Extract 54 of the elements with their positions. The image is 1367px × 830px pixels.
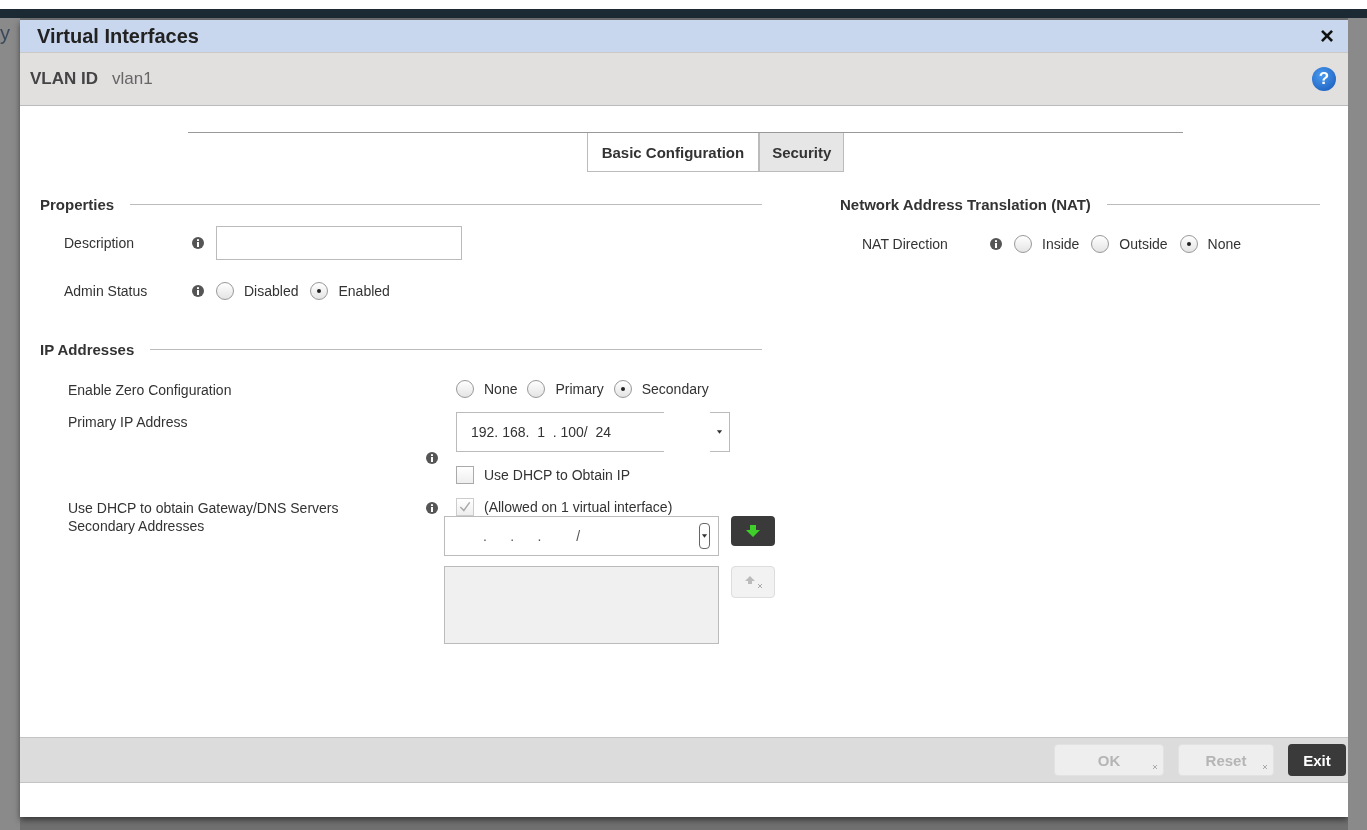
- small-x-icon: [1262, 764, 1268, 770]
- check-icon: [458, 500, 472, 514]
- address-list[interactable]: [444, 566, 719, 644]
- radio-label: None: [1207, 236, 1242, 252]
- section-title: IP Addresses: [40, 341, 135, 358]
- small-x-icon: [1152, 764, 1158, 770]
- field-label: Primary IP Address: [68, 413, 189, 430]
- checkbox-label: (Allowed on 1 virtual interface): [484, 499, 673, 515]
- radio-button[interactable]: [1014, 235, 1032, 253]
- field-label: Admin Status: [64, 283, 149, 299]
- ip-address-field[interactable]: 192. 168. 1 . 100/ 24: [456, 412, 664, 452]
- field-label: Use DHCP to obtain Gateway/DNS Servers: [68, 499, 340, 516]
- field-label: Secondary Addresses: [68, 517, 206, 534]
- checkbox-label: Use DHCP to Obtain IP: [484, 467, 631, 483]
- add-button[interactable]: [731, 516, 775, 546]
- vlan-id-value: vlan1: [112, 69, 154, 89]
- radio-label: Inside: [1042, 236, 1080, 252]
- close-button[interactable]: ×: [1320, 24, 1334, 48]
- info-icon: [192, 285, 204, 297]
- radio-label: Primary: [555, 381, 604, 397]
- ip-address-field[interactable]: . . . /: [444, 516, 719, 556]
- radio-button[interactable]: [613, 380, 632, 398]
- radio-button[interactable]: [527, 380, 546, 398]
- info-icon: [426, 452, 438, 464]
- tab[interactable]: Security: [759, 133, 845, 172]
- field-label: Enable Zero Configuration: [68, 381, 233, 398]
- radio-button[interactable]: [1179, 235, 1198, 253]
- info-icon: [990, 238, 1002, 250]
- radio-button[interactable]: [310, 282, 329, 300]
- field-label: Description: [64, 235, 136, 251]
- background-text: y: [0, 21, 11, 45]
- checkbox[interactable]: [456, 466, 474, 484]
- radio-button[interactable]: [456, 380, 474, 398]
- description-field[interactable]: [216, 226, 462, 260]
- field-label: NAT Direction: [862, 236, 949, 252]
- radio-button[interactable]: [1091, 235, 1110, 253]
- vlan-id-label: VLAN ID: [30, 69, 98, 89]
- caret-icon: [715, 429, 723, 435]
- radio-label: Outside: [1119, 236, 1168, 252]
- window-title: Virtual Interfaces: [37, 24, 200, 48]
- radio-button[interactable]: [216, 282, 234, 300]
- radio-label: None: [484, 381, 518, 397]
- down-arrow-icon: [746, 525, 760, 537]
- info-icon: [426, 502, 438, 514]
- info-icon: [192, 237, 204, 249]
- dialog-button[interactable]: Exit: [1288, 744, 1346, 776]
- tab[interactable]: Basic Configuration: [586, 133, 760, 172]
- section-title: Properties: [40, 196, 115, 213]
- dropdown-button[interactable]: [699, 523, 710, 549]
- radio-label: Enabled: [338, 283, 390, 299]
- section-title: Network Address Translation (NAT): [840, 196, 1091, 213]
- caret-icon: [701, 533, 708, 539]
- radio-label: Secondary: [641, 381, 709, 397]
- radio-label: Disabled: [244, 283, 299, 299]
